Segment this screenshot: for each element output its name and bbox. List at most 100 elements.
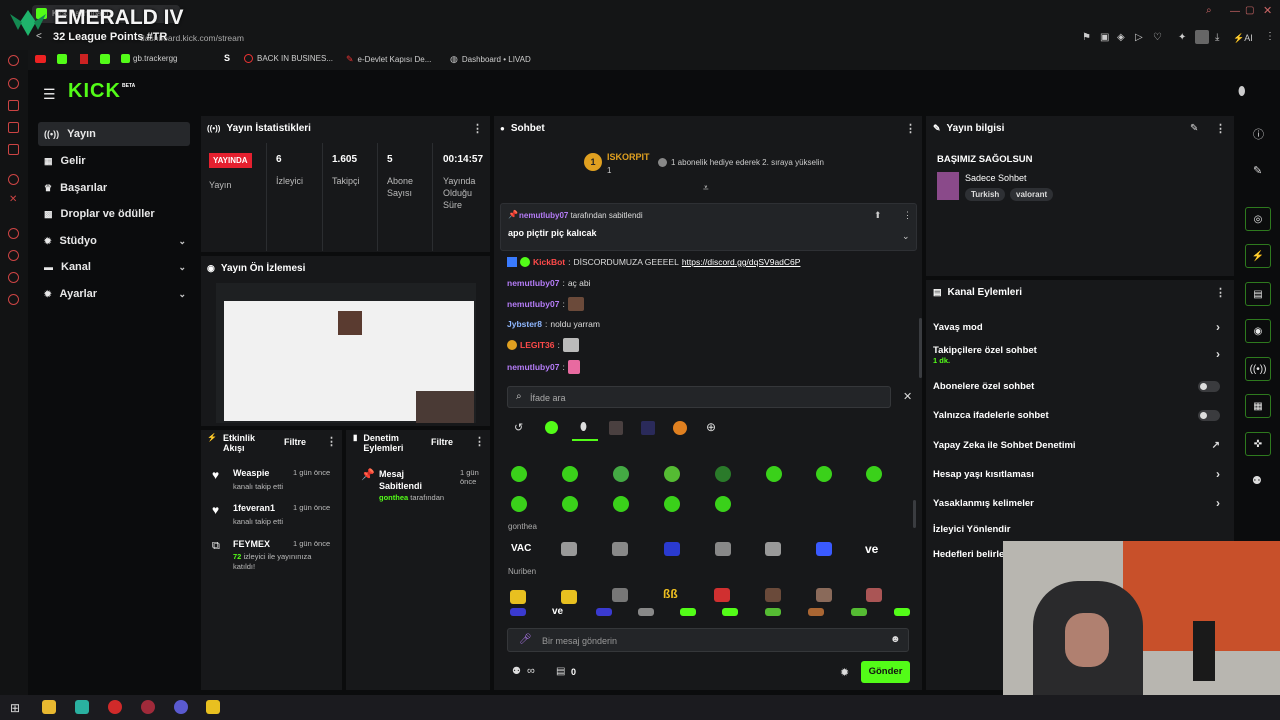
emote[interactable]: ßß <box>663 587 678 601</box>
activity-menu-icon[interactable]: ⋮ <box>326 437 337 448</box>
emote[interactable] <box>722 608 738 616</box>
chat-username[interactable]: LEGIT36 <box>520 340 554 350</box>
emote[interactable] <box>816 542 832 556</box>
emote[interactable] <box>511 466 527 482</box>
info-icon[interactable]: ⓘ <box>1253 126 1264 142</box>
emote[interactable] <box>613 466 629 482</box>
unpin-icon[interactable]: ⬆ <box>874 210 882 221</box>
side-icon[interactable] <box>8 228 19 239</box>
taskbar-app-icon[interactable] <box>75 700 89 714</box>
emote[interactable] <box>866 466 882 482</box>
browser-taskbar-icon[interactable] <box>141 700 155 714</box>
emote[interactable] <box>561 590 577 604</box>
feed-user[interactable]: Weaspie <box>233 468 269 478</box>
action-banned-words[interactable]: Yasaklanmış kelimeler › <box>933 496 1228 510</box>
emote[interactable] <box>766 466 782 482</box>
kick-logo[interactable]: KICK <box>68 80 121 103</box>
side-icon[interactable] <box>8 144 19 155</box>
sidebar-item-yayin[interactable]: ((•)) Yayın <box>38 122 190 146</box>
emote[interactable] <box>562 466 578 482</box>
emote[interactable] <box>680 608 696 616</box>
shield-icon[interactable]: ◈ <box>1117 32 1125 43</box>
side-icon[interactable] <box>8 55 19 66</box>
side-icon[interactable] <box>8 78 19 89</box>
sidebar-item-gelir[interactable]: ▦ Gelir <box>38 149 190 173</box>
feed-user[interactable]: FEYMEX <box>233 539 270 549</box>
emote[interactable] <box>715 496 731 512</box>
chat-username[interactable]: nemutluby07 <box>507 299 559 309</box>
screenshot-icon[interactable]: ▣ <box>1100 32 1109 43</box>
s-icon[interactable]: S <box>224 53 230 63</box>
taskbar-app-icon[interactable] <box>206 700 220 714</box>
close-emote-picker-icon[interactable]: ✕ <box>903 390 912 403</box>
chat-username[interactable]: Jybster8 <box>507 319 542 329</box>
microphone-icon[interactable]: 🎤︎ <box>519 634 532 645</box>
pinned-user[interactable]: nemutluby07 <box>519 211 568 220</box>
hamburger-menu-icon[interactable]: ☰ <box>43 86 56 103</box>
side-icon[interactable] <box>8 174 19 185</box>
maximize-icon[interactable]: ▢ <box>1245 5 1254 16</box>
bookmark-icon[interactable]: ⚑ <box>1082 32 1091 43</box>
chat-users-icon[interactable]: ⚉ <box>512 666 521 677</box>
emote[interactable] <box>596 608 612 616</box>
channel-actions-menu-icon[interactable]: ⋮ <box>1215 288 1226 299</box>
emote[interactable] <box>851 608 867 616</box>
feed-user[interactable]: 1feveran1 <box>233 503 275 513</box>
emote[interactable] <box>510 590 526 604</box>
emote[interactable] <box>510 608 526 616</box>
emote[interactable] <box>816 466 832 482</box>
emote-search-input[interactable]: ⌕ İfade ara <box>507 386 891 408</box>
taskbar-app-icon[interactable] <box>108 700 122 714</box>
chat-username[interactable]: nemutluby07 <box>507 278 559 288</box>
rail-notes-button[interactable]: ▤ <box>1245 282 1271 306</box>
bookmark-dashboard-livad[interactable]: ◍ Dashboard • LIVAD <box>450 54 531 65</box>
emote[interactable]: ve <box>552 606 563 617</box>
obs-icon[interactable] <box>174 700 188 714</box>
mod-user[interactable]: gonthea <box>379 493 408 502</box>
emote[interactable]: VAC <box>511 543 531 554</box>
minimize-icon[interactable]: — <box>1230 6 1240 17</box>
emote-scrollbar[interactable] <box>913 500 916 528</box>
pinned-message[interactable]: 📌 nemutluby07 tarafından sabitlendi apo … <box>500 203 917 251</box>
stream-category[interactable]: Sadece Sohbet <box>965 173 1027 183</box>
side-icon[interactable] <box>8 100 19 111</box>
emote[interactable] <box>561 542 577 556</box>
bookmark-edevlet[interactable]: ✎ e-Devlet Kapısı De... <box>346 54 431 65</box>
emote[interactable] <box>664 542 680 556</box>
emote[interactable] <box>612 588 628 602</box>
file-explorer-icon[interactable] <box>42 700 56 714</box>
rail-broadcast-button[interactable]: ((•)) <box>1245 357 1271 381</box>
emote[interactable] <box>612 542 628 556</box>
action-account-age[interactable]: Hesap yaşı kısıtlaması › <box>933 467 1228 481</box>
tag-pill[interactable]: Turkish <box>965 188 1006 201</box>
category-thumbnail[interactable] <box>937 172 959 200</box>
emote[interactable] <box>715 542 731 556</box>
emote[interactable] <box>808 608 824 616</box>
emoji-icon[interactable]: ☻ <box>890 634 901 645</box>
chevron-down-icon[interactable]: ⌄ <box>902 231 910 242</box>
chat-settings-icon[interactable]: ✹ <box>840 666 849 679</box>
subscriber-only-toggle[interactable] <box>1198 380 1220 392</box>
pencil-rail-icon[interactable]: ✎ <box>1253 164 1262 177</box>
emote[interactable] <box>765 608 781 616</box>
action-host-redirect[interactable]: İzleyici Yönlendir <box>933 522 1228 536</box>
chat-username[interactable]: nemutluby07 <box>507 362 559 372</box>
windows-start-icon[interactable]: ⊞ <box>10 701 20 715</box>
moderation-menu-icon[interactable]: ⋮ <box>474 437 485 448</box>
kick-icon-2[interactable] <box>100 54 110 64</box>
rail-stats-button[interactable]: ◎ <box>1245 207 1271 231</box>
emote[interactable] <box>613 496 629 512</box>
action-set-goals[interactable]: Hedefleri belirle <box>933 547 1003 561</box>
youtube-icon[interactable] <box>35 55 46 63</box>
emote[interactable]: ve <box>865 542 878 556</box>
chat-menu-icon[interactable]: ⋮ <box>905 124 916 135</box>
emote[interactable] <box>714 588 730 602</box>
sidebar-item-droplar[interactable]: ▩ Droplar ve ödüller <box>38 202 190 226</box>
emote[interactable] <box>765 542 781 556</box>
rail-tools-button[interactable]: ✜ <box>1245 432 1271 456</box>
extensions-icon[interactable]: ✦ <box>1178 32 1186 43</box>
top-gifter-name[interactable]: ISKORPIT <box>607 152 650 162</box>
bookmark-trackergg[interactable]: gb.trackergg <box>121 54 177 63</box>
sidebar-item-basarilar[interactable]: ♛ Başarılar <box>38 176 190 200</box>
chat-username[interactable]: KickBot <box>533 257 565 267</box>
